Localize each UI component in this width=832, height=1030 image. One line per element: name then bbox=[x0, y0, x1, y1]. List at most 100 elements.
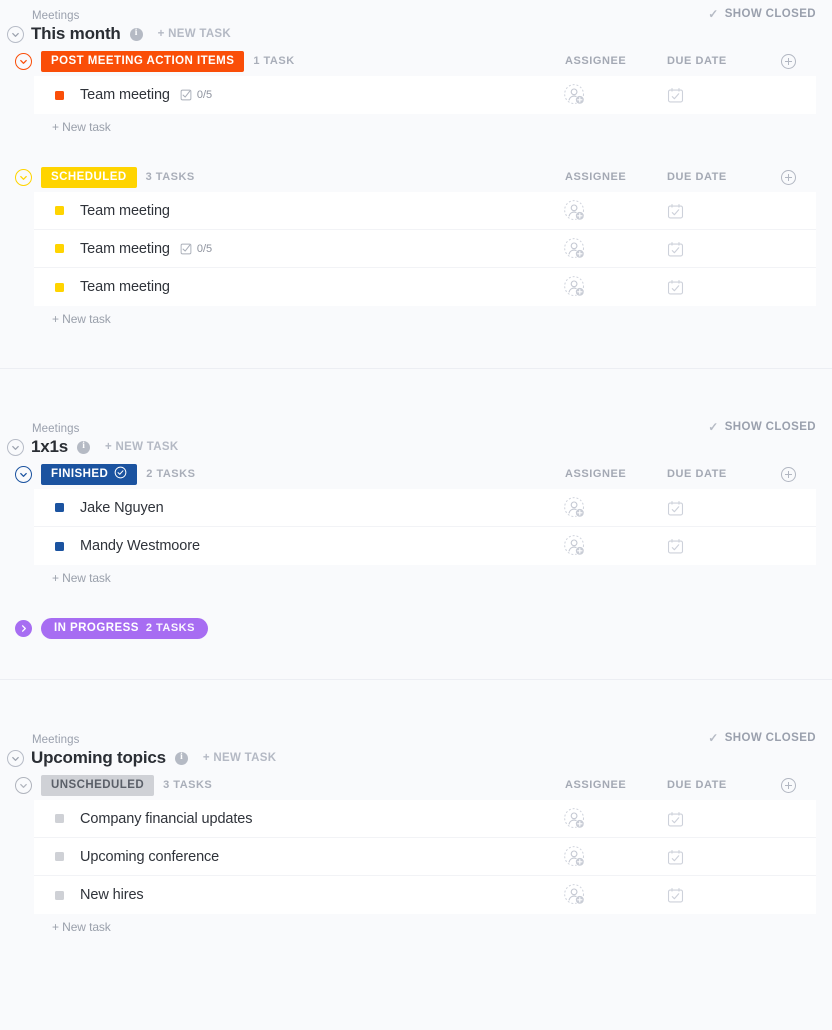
new-task-inline-button[interactable]: + New task bbox=[34, 914, 816, 940]
task-list: Team meeting Team meeting 0/5 bbox=[34, 192, 816, 306]
task-color-dot bbox=[55, 283, 64, 292]
calendar-icon[interactable] bbox=[667, 489, 684, 527]
list-collapse-toggle[interactable] bbox=[7, 439, 24, 456]
breadcrumb[interactable]: Meetings bbox=[32, 422, 816, 436]
list-collapse-toggle[interactable] bbox=[7, 750, 24, 767]
status-badge[interactable]: UNSCHEDULED bbox=[41, 775, 154, 796]
calendar-icon[interactable] bbox=[667, 876, 684, 914]
subtask-count: 0/5 bbox=[197, 89, 212, 101]
calendar-icon[interactable] bbox=[667, 800, 684, 838]
new-task-button[interactable]: + NEW TASK bbox=[203, 752, 276, 764]
show-closed-toggle[interactable]: ✓ SHOW CLOSED bbox=[708, 421, 816, 433]
new-task-button[interactable]: + NEW TASK bbox=[105, 441, 178, 453]
breadcrumb[interactable]: Meetings bbox=[32, 733, 816, 747]
table-row[interactable]: New hires bbox=[34, 876, 816, 914]
chevron-down-icon[interactable] bbox=[15, 466, 32, 483]
add-column-button[interactable] bbox=[781, 770, 796, 800]
add-assignee-icon[interactable] bbox=[563, 527, 587, 565]
chevron-down-icon[interactable] bbox=[15, 53, 32, 70]
add-assignee-icon[interactable] bbox=[563, 268, 587, 306]
add-column-button[interactable] bbox=[781, 46, 796, 76]
task-count: 1 TASK bbox=[253, 55, 294, 67]
breadcrumb[interactable]: Meetings bbox=[32, 9, 816, 23]
calendar-icon[interactable] bbox=[667, 230, 684, 268]
task-name[interactable]: Team meeting bbox=[80, 241, 170, 257]
task-name[interactable]: Team meeting bbox=[80, 279, 170, 295]
task-count: 3 TASKS bbox=[146, 171, 195, 183]
page-title: Upcoming topics bbox=[31, 748, 166, 768]
task-name[interactable]: Mandy Westmoore bbox=[80, 538, 200, 554]
task-color-dot bbox=[55, 91, 64, 100]
add-assignee-icon[interactable] bbox=[563, 489, 587, 527]
table-row[interactable]: Upcoming conference bbox=[34, 838, 816, 876]
list-header: Meetings This month i + NEW TASK ✓ SHOW … bbox=[0, 0, 832, 46]
calendar-icon[interactable] bbox=[667, 192, 684, 230]
chevron-down-icon[interactable] bbox=[15, 777, 32, 794]
list-collapse-toggle[interactable] bbox=[7, 26, 24, 43]
list-section: Meetings This month i + NEW TASK ✓ SHOW … bbox=[0, 0, 832, 368]
add-assignee-icon[interactable] bbox=[563, 230, 587, 268]
add-assignee-icon[interactable] bbox=[563, 876, 587, 914]
add-assignee-icon[interactable] bbox=[563, 838, 587, 876]
task-name[interactable]: Team meeting bbox=[80, 87, 170, 103]
calendar-icon[interactable] bbox=[667, 76, 684, 114]
status-group-header: SCHEDULED 3 TASKS ASSIGNEE DUE DATE bbox=[0, 162, 832, 192]
task-name[interactable]: Company financial updates bbox=[80, 811, 252, 827]
new-task-button[interactable]: + NEW TASK bbox=[158, 28, 231, 40]
table-row[interactable]: Team meeting 0/5 bbox=[34, 76, 816, 114]
chevron-down-icon[interactable] bbox=[15, 169, 32, 186]
task-list: Team meeting 0/5 bbox=[34, 76, 816, 114]
new-task-inline-label: + New task bbox=[52, 920, 111, 934]
task-count: 2 TASKS bbox=[146, 468, 195, 480]
show-closed-toggle[interactable]: ✓ SHOW CLOSED bbox=[708, 8, 816, 20]
task-name[interactable]: Jake Nguyen bbox=[80, 500, 164, 516]
task-color-dot bbox=[55, 206, 64, 215]
calendar-icon[interactable] bbox=[667, 838, 684, 876]
table-row[interactable]: Company financial updates bbox=[34, 800, 816, 838]
column-header-due-date: DUE DATE bbox=[667, 459, 727, 489]
subtask-progress[interactable]: 0/5 bbox=[180, 89, 212, 101]
add-column-button[interactable] bbox=[781, 459, 796, 489]
new-task-inline-button[interactable]: + New task bbox=[34, 565, 816, 591]
add-column-button[interactable] bbox=[781, 162, 796, 192]
column-header-assignee: ASSIGNEE bbox=[565, 162, 626, 192]
status-badge[interactable]: SCHEDULED bbox=[41, 167, 137, 188]
check-icon: ✓ bbox=[708, 8, 718, 20]
task-name[interactable]: Team meeting bbox=[80, 203, 170, 219]
info-icon[interactable]: i bbox=[77, 441, 90, 454]
calendar-icon[interactable] bbox=[667, 527, 684, 565]
table-row[interactable]: Jake Nguyen bbox=[34, 489, 816, 527]
new-task-inline-button[interactable]: + New task bbox=[34, 114, 816, 140]
status-badge-label: IN PROGRESS bbox=[54, 622, 139, 634]
show-closed-toggle[interactable]: ✓ SHOW CLOSED bbox=[708, 732, 816, 744]
status-group-header: POST MEETING ACTION ITEMS 1 TASK ASSIGNE… bbox=[0, 46, 832, 76]
task-name[interactable]: New hires bbox=[80, 887, 144, 903]
new-task-inline-label: + New task bbox=[52, 120, 111, 134]
info-icon[interactable]: i bbox=[175, 752, 188, 765]
add-assignee-icon[interactable] bbox=[563, 192, 587, 230]
table-row[interactable]: Mandy Westmoore bbox=[34, 527, 816, 565]
new-task-inline-button[interactable]: + New task bbox=[34, 306, 816, 332]
calendar-icon[interactable] bbox=[667, 268, 684, 306]
check-icon: ✓ bbox=[708, 421, 718, 433]
status-badge[interactable]: POST MEETING ACTION ITEMS bbox=[41, 51, 244, 72]
add-assignee-icon[interactable] bbox=[563, 76, 587, 114]
subtask-progress[interactable]: 0/5 bbox=[180, 243, 212, 255]
spacer bbox=[0, 369, 832, 413]
column-header-due-date: DUE DATE bbox=[667, 162, 727, 192]
task-name[interactable]: Upcoming conference bbox=[80, 849, 219, 865]
chevron-right-icon[interactable] bbox=[15, 620, 32, 637]
table-row[interactable]: Team meeting bbox=[34, 268, 816, 306]
status-group: IN PROGRESS 2 TASKS bbox=[0, 613, 832, 643]
status-group: UNSCHEDULED 3 TASKS ASSIGNEE DUE DATE Co… bbox=[0, 770, 832, 940]
table-row[interactable]: Team meeting 0/5 bbox=[34, 230, 816, 268]
plus-icon bbox=[781, 778, 796, 793]
table-row[interactable]: Team meeting bbox=[34, 192, 816, 230]
add-assignee-icon[interactable] bbox=[563, 800, 587, 838]
status-badge[interactable]: IN PROGRESS 2 TASKS bbox=[41, 618, 208, 639]
status-badge[interactable]: FINISHED bbox=[41, 464, 137, 485]
info-icon[interactable]: i bbox=[130, 28, 143, 41]
task-list: Jake Nguyen Mandy Westmoore bbox=[34, 489, 816, 565]
status-group-header: UNSCHEDULED 3 TASKS ASSIGNEE DUE DATE bbox=[0, 770, 832, 800]
plus-icon bbox=[781, 467, 796, 482]
